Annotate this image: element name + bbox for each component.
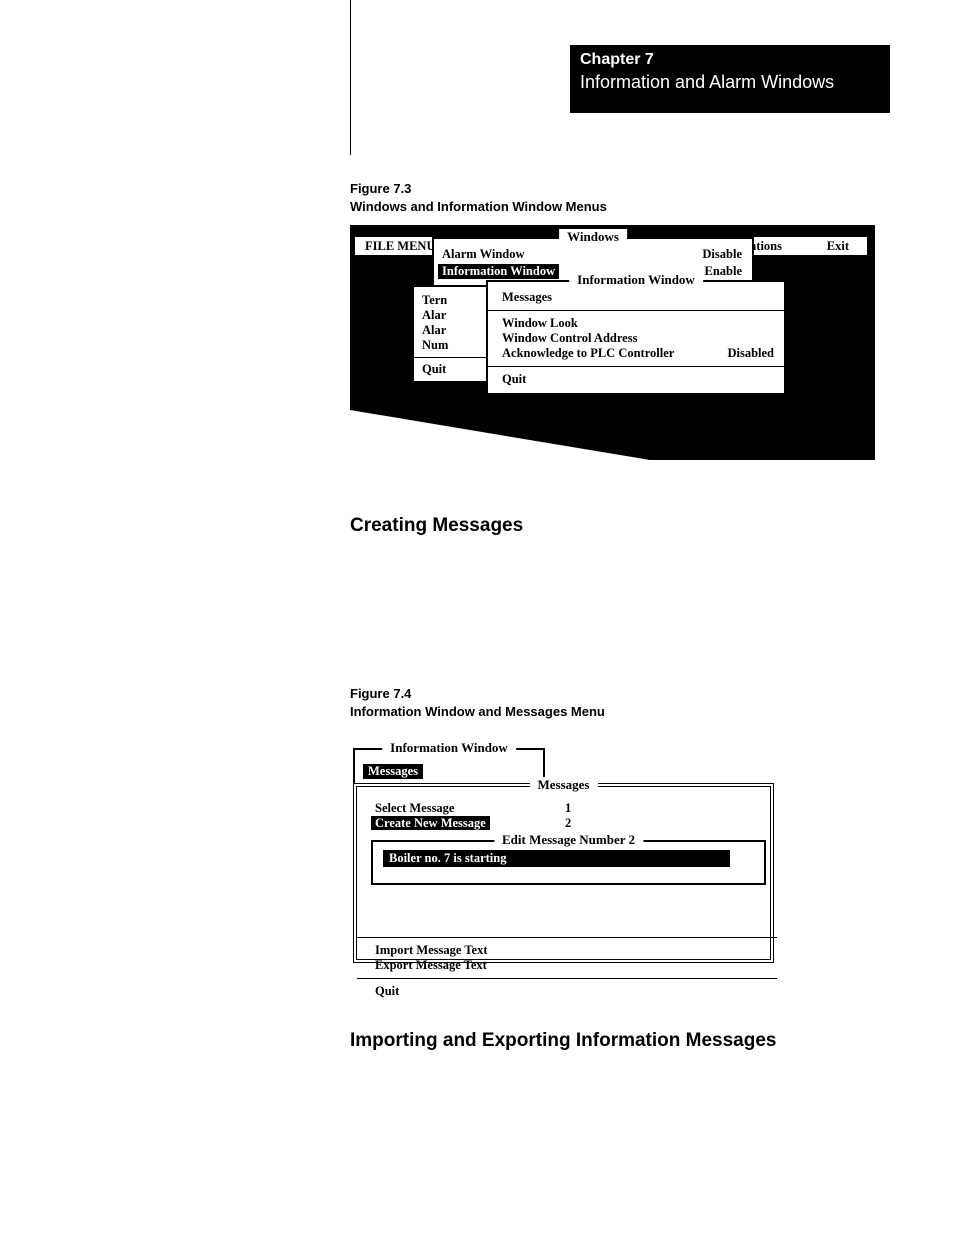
info-messages-item[interactable]: Messages [502,290,774,305]
figure-7-3: FILE MENU ations Exit Tern Alar Alar Num… [350,225,875,460]
row-value: Disabled [727,346,774,361]
import-export-group: Import Message Text Export Message Text … [375,932,765,999]
row-value: Enable [704,264,742,279]
edit-message-box: Edit Message Number 2 Boiler no. 7 is st… [371,840,766,885]
chapter-title: Information and Alarm Windows [580,71,880,94]
iw-messages-item[interactable]: Messages [363,758,535,779]
figure-title: Information Window and Messages Menu [350,703,605,721]
windows-box-title: Windows [559,229,627,245]
row-label: Alarm Window [442,247,525,262]
iw-box-title: Information Window [382,740,516,756]
info-ack-item[interactable]: Acknowledge to PLC Controller Disabled [502,346,774,361]
row-label: Acknowledge to PLC Controller [502,346,674,361]
margin-rule [350,0,351,155]
export-message-text[interactable]: Export Message Text [375,958,765,973]
info-control-address-item[interactable]: Window Control Address [502,331,774,346]
select-message-row[interactable]: Select Message 1 [375,797,758,816]
info-window-look-item[interactable]: Window Look [502,316,774,331]
info-quit-item[interactable]: Quit [502,372,774,387]
edit-box-title: Edit Message Number 2 [494,832,643,848]
chapter-header: Chapter 7 Information and Alarm Windows [570,45,890,113]
info-box-title: Information Window [569,272,703,288]
heading-creating-messages: Creating Messages [350,515,523,537]
page: Chapter 7 Information and Alarm Windows … [0,0,954,1235]
create-new-message-row[interactable]: Create New Message 2 [375,816,758,831]
menu-exit[interactable]: Exit [827,237,849,255]
messages-box-title: Messages [530,777,598,793]
page-cut [350,410,650,460]
menu-ations[interactable]: ations [750,237,782,255]
messages-quit[interactable]: Quit [375,984,765,999]
figure-label: Figure 7.3 [350,180,607,198]
figure-label: Figure 7.4 [350,685,605,703]
import-message-text[interactable]: Import Message Text [375,943,765,958]
chapter-number: Chapter 7 [580,50,880,71]
iw-messages-label: Messages [363,764,423,779]
figure-7-3-caption: Figure 7.3 Windows and Information Windo… [350,180,607,215]
row-label: Select Message [375,801,565,816]
figure-title: Windows and Information Window Menus [350,198,607,216]
information-window-menu: Information Window Messages Window Look … [486,280,786,395]
row-value: 1 [565,801,571,816]
figure-7-4-caption: Figure 7.4 Information Window and Messag… [350,685,605,720]
row-label-selected: Create New Message [371,816,490,830]
row-value: Disable [702,247,742,262]
edit-message-field[interactable]: Boiler no. 7 is starting [383,850,730,867]
figure-7-4: Information Window Messages Messages Sel… [350,745,775,970]
row-value: 2 [565,816,571,831]
menu-file[interactable]: FILE MENU [355,237,436,255]
heading-importing-exporting: Importing and Exporting Information Mess… [350,1030,776,1052]
row-label-selected: Information Window [438,264,559,279]
